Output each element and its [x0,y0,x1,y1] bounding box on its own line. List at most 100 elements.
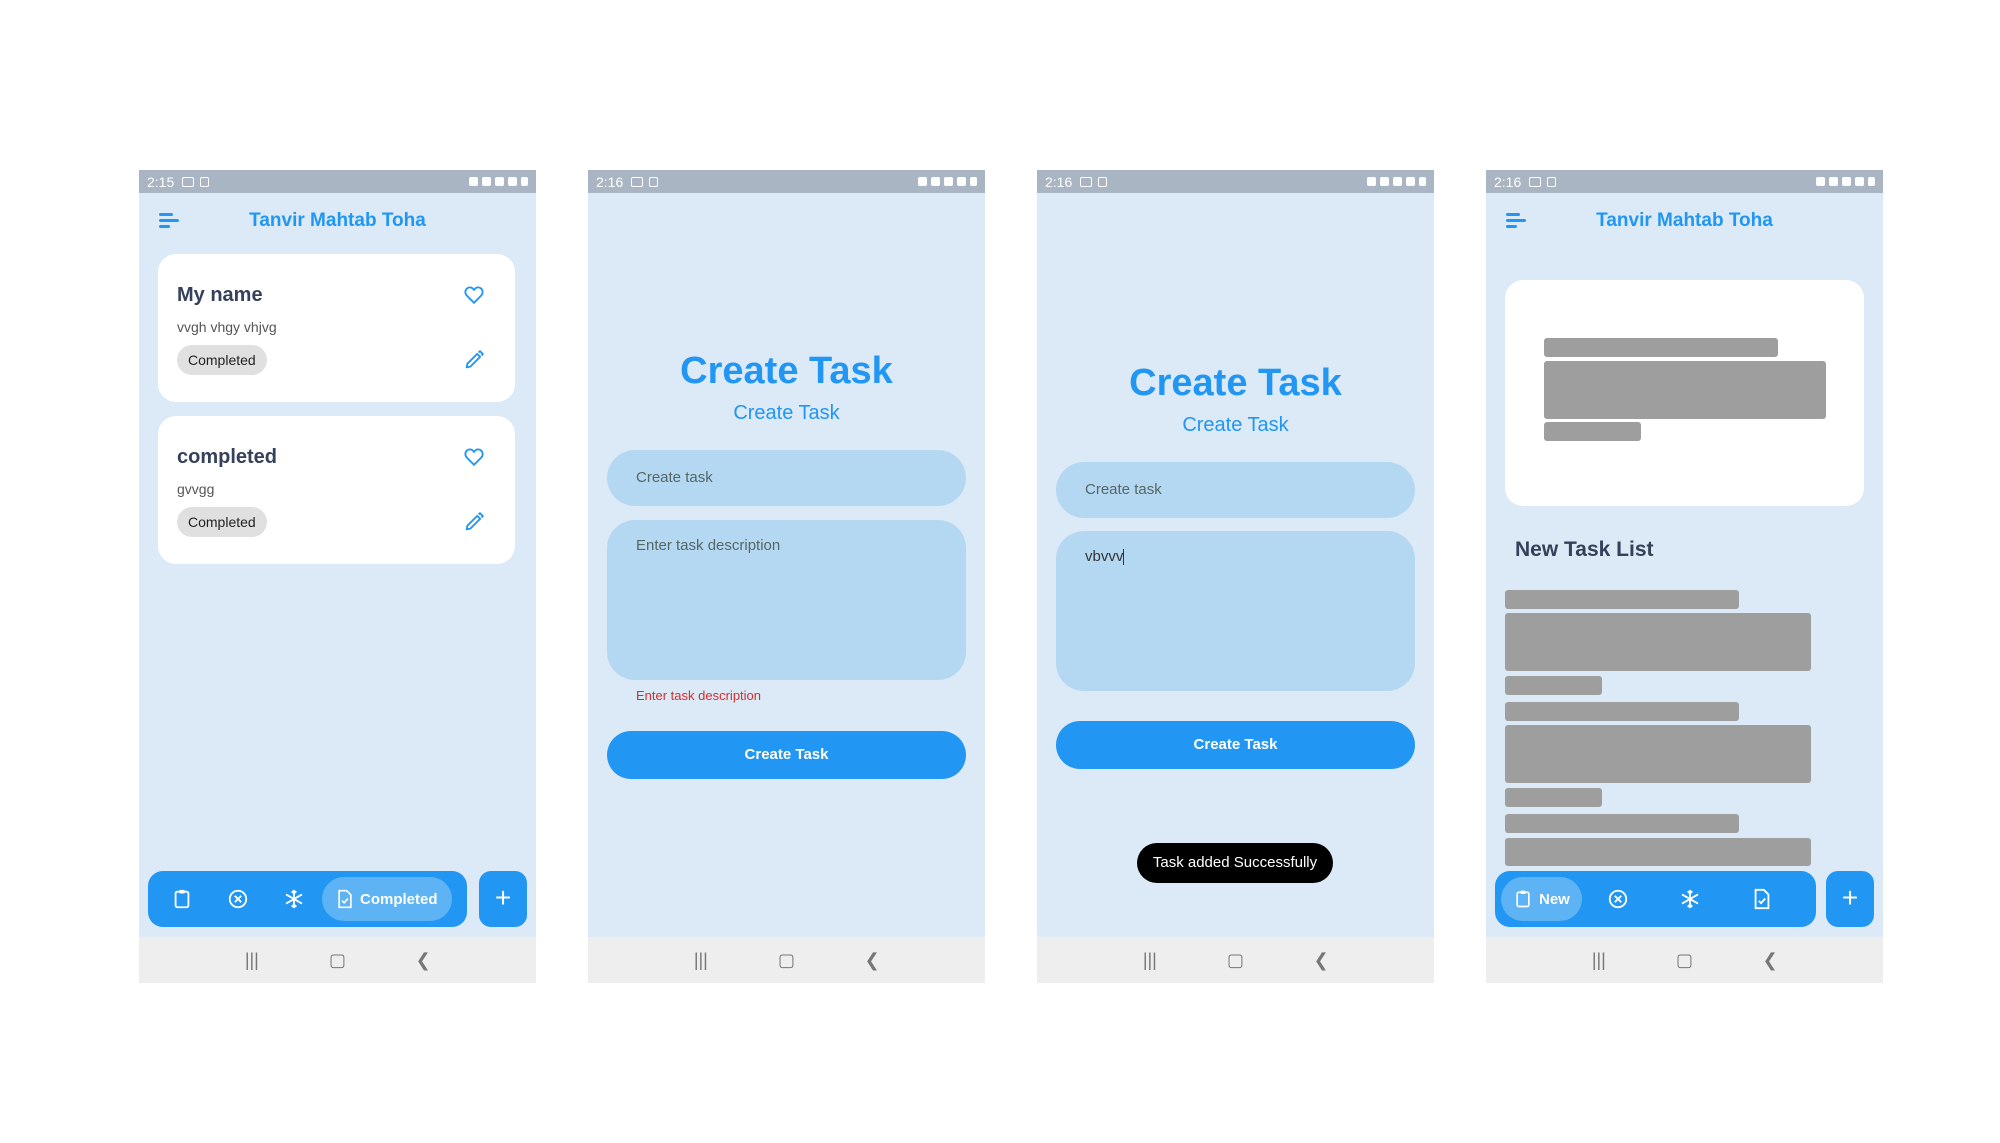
skeleton-line [1505,676,1602,695]
cancel-icon [1608,889,1628,909]
status-time: 2:16 [1045,173,1073,190]
edit-icon[interactable] [463,349,485,371]
system-nav-bar: ||| ▢ ❮ [1037,937,1434,983]
add-task-button[interactable]: + [479,871,527,927]
task-card[interactable]: My name vvgh vhgy vhjvg Completed [158,254,515,402]
plus-icon: + [1841,882,1859,913]
status-chip: Completed [177,345,267,375]
description-value: vbvvv [1085,548,1124,565]
home-button[interactable]: ▢ [771,950,801,971]
snowflake-icon [285,889,303,909]
task-description: vvgh vhgy vhjvg [177,319,277,335]
home-button[interactable]: ▢ [1220,950,1250,971]
toast-message: Task added Successfully [1137,843,1333,883]
recents-button[interactable]: ||| [1584,950,1614,971]
status-time: 2:15 [147,173,175,190]
app-bar: Tanvir Mahtab Toha [139,200,536,240]
status-bar: 2:16 [588,170,985,193]
page-title: Create Task [1129,362,1342,404]
bottom-navigation: New [1495,871,1816,927]
document-check-icon [338,889,352,909]
status-time: 2:16 [596,173,624,190]
clipboard-icon [1516,890,1530,908]
phone-screen-create-task-error: 2:16 Create Task Create Task Create task… [588,170,985,983]
status-notification-icons [1080,176,1108,187]
recents-button[interactable]: ||| [1135,950,1165,971]
create-task-button[interactable]: Create Task [1056,721,1415,769]
nav-progress-tab[interactable] [266,877,322,921]
page-title: Create Task [680,350,893,392]
status-bar: 2:15 [139,170,536,193]
phone-screen-create-task-success: 2:16 Create Task Create Task Create task… [1037,170,1434,983]
status-bar: 2:16 [1037,170,1434,193]
status-bar: 2:16 [1486,170,1883,193]
task-title-input[interactable]: Create task [1056,462,1415,518]
nav-new-tab[interactable]: New [1501,877,1582,921]
section-title: New Task List [1515,538,1654,561]
text-caret [1123,549,1125,566]
task-description-input[interactable]: Enter task description [607,520,966,680]
app-title: Tanvir Mahtab Toha [249,210,426,231]
system-nav-bar: ||| ▢ ❮ [588,937,985,983]
nav-new-tab[interactable] [154,877,210,921]
system-nav-bar: ||| ▢ ❮ [1486,937,1883,983]
create-task-button[interactable]: Create Task [607,731,966,779]
status-notification-icons [182,176,210,187]
status-system-icons [469,177,528,186]
system-nav-bar: ||| ▢ ❮ [139,937,536,983]
app-bar: Tanvir Mahtab Toha [1486,200,1883,240]
skeleton-line [1505,814,1739,833]
clipboard-icon [174,889,190,909]
status-time: 2:16 [1494,173,1522,190]
nav-completed-tab[interactable] [1732,877,1792,921]
nav-cancelled-tab[interactable] [210,877,266,921]
status-notification-icons [631,176,659,187]
back-button[interactable]: ❮ [1306,950,1336,971]
nav-active-label: Completed [360,890,438,908]
heart-icon[interactable] [463,284,485,306]
summary-skeleton-card [1505,280,1864,506]
status-chip: Completed [177,507,267,537]
recents-button[interactable]: ||| [237,950,267,971]
status-notification-icons [1529,176,1557,187]
skeleton-line [1544,422,1641,441]
nav-cancelled-tab[interactable] [1588,877,1648,921]
status-system-icons [1816,177,1875,186]
home-button[interactable]: ▢ [322,950,352,971]
skeleton-line [1544,338,1778,357]
recents-button[interactable]: ||| [686,950,716,971]
task-description: gvvgg [177,481,215,497]
edit-icon[interactable] [463,511,485,533]
description-error: Enter task description [636,688,762,703]
skeleton-block [1505,725,1811,783]
back-button[interactable]: ❮ [408,950,438,971]
plus-icon: + [494,882,512,913]
document-check-icon [1754,888,1770,910]
task-description-input[interactable]: vbvvv [1056,531,1415,691]
snowflake-icon [1681,889,1699,909]
skeleton-line [1505,590,1739,609]
skeleton-block [1505,838,1811,866]
home-button[interactable]: ▢ [1669,950,1699,971]
status-system-icons [918,177,977,186]
heart-icon[interactable] [463,446,485,468]
skeleton-line [1505,702,1739,721]
page-subtitle: Create Task [733,402,840,424]
nav-completed-tab[interactable]: Completed [322,877,452,921]
nav-active-label: New [1539,890,1570,908]
task-title: completed [177,446,278,468]
task-card[interactable]: completed gvvgg Completed [158,416,515,564]
task-title-input[interactable]: Create task [607,450,966,506]
cancel-icon [228,889,248,909]
nav-progress-tab[interactable] [1648,877,1732,921]
page-subtitle: Create Task [1182,414,1289,436]
skeleton-line [1505,788,1602,807]
skeleton-block [1544,361,1826,419]
app-title: Tanvir Mahtab Toha [1596,210,1773,231]
back-button[interactable]: ❮ [1755,950,1785,971]
bottom-navigation: Completed [148,871,467,927]
back-button[interactable]: ❮ [857,950,887,971]
add-task-button[interactable]: + [1826,871,1874,927]
phone-screen-new-task-list: 2:16 Tanvir Mahtab Toha New Task List Ne… [1486,170,1883,983]
phone-screen-completed: 2:15 Tanvir Mahtab Toha My name vvgh vhg… [139,170,536,983]
